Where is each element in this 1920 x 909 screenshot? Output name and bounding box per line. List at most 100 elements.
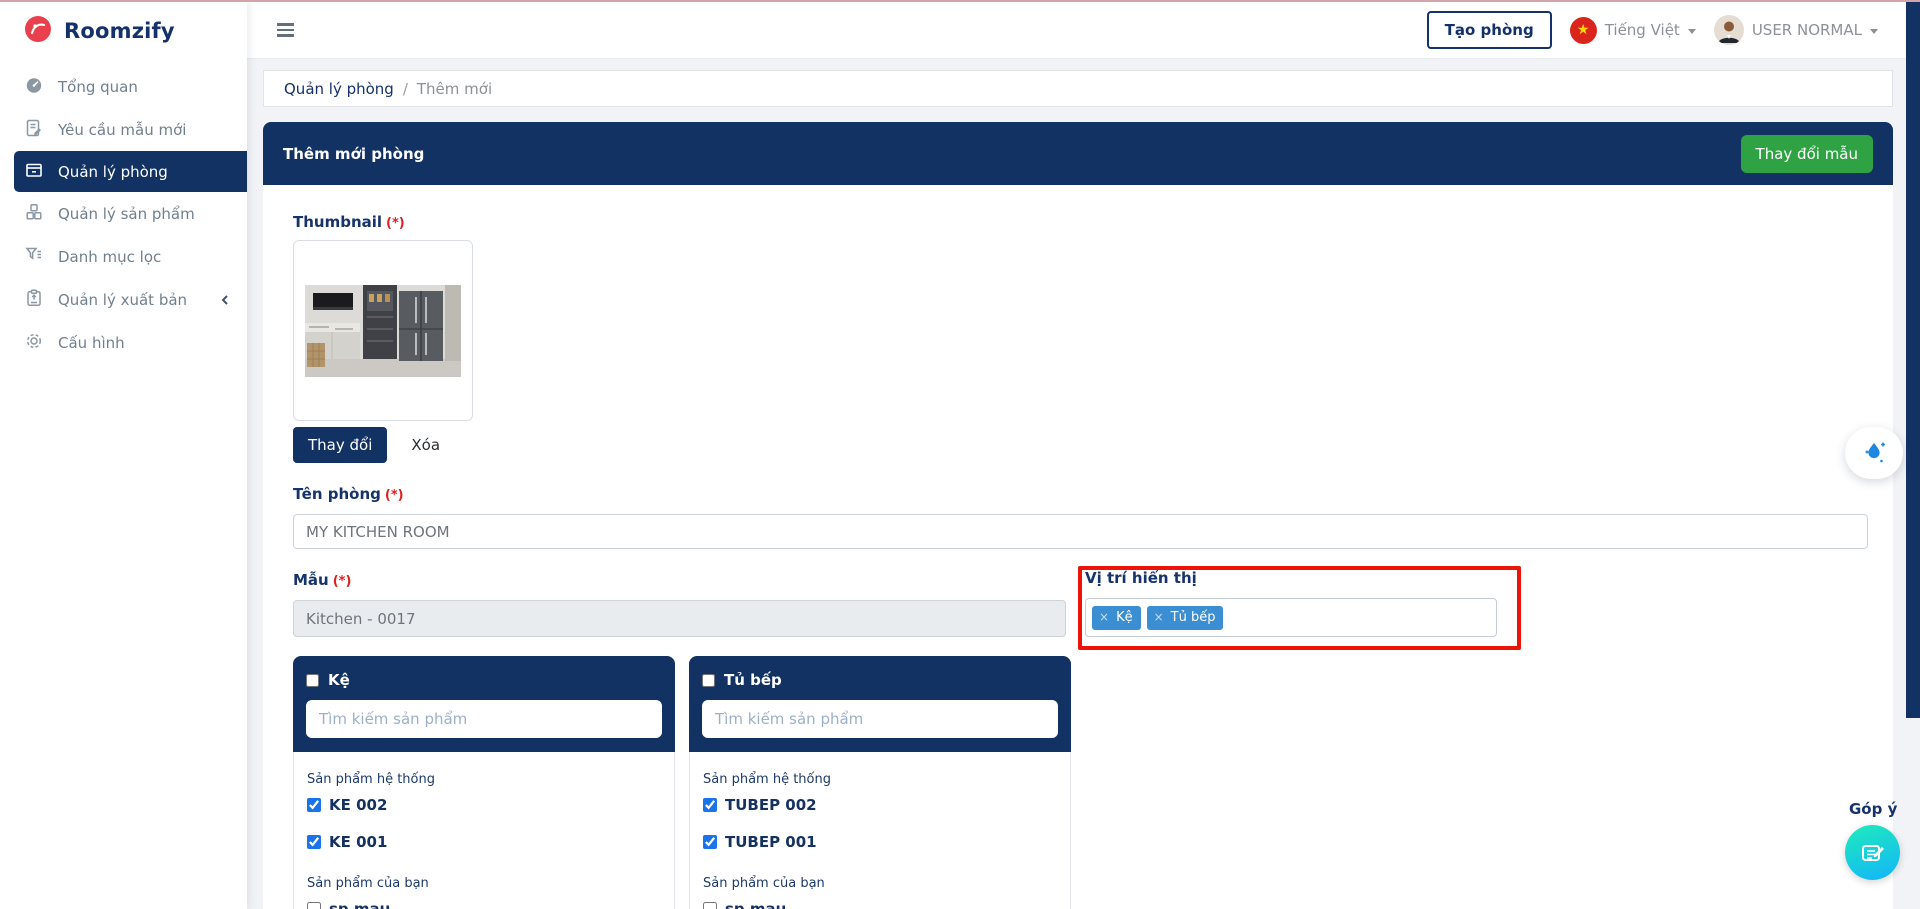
hamburger-menu-icon[interactable] <box>273 19 298 41</box>
thumbnail-actions: Thay đổi Xóa <box>293 427 440 463</box>
sidebar-item-label: Tổng quan <box>58 77 138 96</box>
sidebar-item-label: Quản lý phòng <box>58 162 168 181</box>
template-label: Mẫu (*) <box>293 571 352 589</box>
panel-ke-checkbox[interactable] <box>306 673 319 687</box>
product-label: KE 001 <box>329 833 388 851</box>
panel-ke-body: Sản phẩm hệ thống KE 002 KE 001 Sản phẩm… <box>293 752 675 909</box>
create-room-button[interactable]: Tạo phòng <box>1426 11 1552 49</box>
panel-title: Tủ bếp <box>724 671 782 689</box>
request-template-icon <box>24 118 44 142</box>
product-checkbox[interactable] <box>703 902 717 909</box>
user-avatar <box>1713 15 1744 45</box>
tag-label: Tủ bếp <box>1170 609 1216 625</box>
own-products-group-label: Sản phẩm của bạn <box>307 876 429 891</box>
thumbnail-preview-box <box>293 240 473 421</box>
user-dropdown[interactable]: USER NORMAL <box>1713 15 1878 45</box>
thumbnail-delete-button[interactable]: Xóa <box>411 436 440 454</box>
language-dropdown[interactable]: ★ Tiếng Việt <box>1569 16 1696 44</box>
positions-tag-input[interactable]: × Kệ × Tủ bếp <box>1085 598 1497 637</box>
product-row: KE 002 <box>307 790 661 827</box>
breadcrumb-current: Thêm mới <box>416 79 493 98</box>
caret-down-icon <box>1870 28 1878 34</box>
tag-remove-icon[interactable]: × <box>1099 611 1109 623</box>
window-top-edge <box>0 0 1920 2</box>
product-label: sp mau <box>725 900 787 909</box>
screen: Roomzify Tổng quan Yêu cầu mẫu mới Quản … <box>0 0 1920 909</box>
feedback-button[interactable] <box>1845 825 1900 880</box>
room-name-input[interactable] <box>293 514 1868 549</box>
sidebar-item-label: Danh mục lọc <box>58 247 162 266</box>
panel-tubep: Tủ bếp Sản phẩm hệ thống TUBEP 002 TUBEP… <box>689 656 1071 909</box>
sidebar-item-label: Cấu hình <box>58 333 125 352</box>
publish-clipboard-icon <box>24 288 44 312</box>
product-row: KE 001 <box>307 827 661 864</box>
panel-tubep-body: Sản phẩm hệ thống TUBEP 002 TUBEP 001 Sả… <box>689 752 1071 909</box>
tag-remove-icon[interactable]: × <box>1154 611 1164 623</box>
sidebar-item-yeu-cau-mau-moi[interactable]: Yêu cầu mẫu mới <box>0 108 247 151</box>
products-cubes-icon <box>24 202 44 226</box>
panel-ke-search-input[interactable] <box>306 700 662 738</box>
feedback-note-pencil-icon <box>1861 844 1884 861</box>
product-row: sp mau <box>307 894 661 909</box>
brand-name: Roomzify <box>64 19 175 43</box>
user-name-label: USER NORMAL <box>1751 21 1862 39</box>
chevron-left-icon <box>219 294 231 306</box>
sidebar-item-cau-hinh[interactable]: Cấu hình <box>0 321 247 364</box>
product-checkbox[interactable] <box>307 798 321 812</box>
product-label: sp mau <box>329 900 391 909</box>
brand-logo[interactable]: Roomzify <box>0 2 247 65</box>
sidebar-item-label: Quản lý xuất bản <box>58 290 188 309</box>
language-label: Tiếng Việt <box>1604 21 1680 39</box>
template-input <box>293 600 1066 637</box>
topbar: Tạo phòng ★ Tiếng Việt USER NORMAL <box>247 2 1906 59</box>
sidebar-nav: Tổng quan Yêu cầu mẫu mới Quản lý phòng … <box>0 65 247 364</box>
vietnam-flag-icon: ★ <box>1569 16 1597 44</box>
panel-tubep-checkbox[interactable] <box>702 673 715 687</box>
sidebar-item-tong-quan[interactable]: Tổng quan <box>0 65 247 108</box>
system-products-group-label: Sản phẩm hệ thống <box>307 772 435 787</box>
sidebar-item-quan-ly-phong[interactable]: Quản lý phòng <box>14 151 247 192</box>
tag-label: Kệ <box>1116 609 1133 625</box>
product-row: TUBEP 002 <box>703 790 1057 827</box>
sidebar-item-quan-ly-san-pham[interactable]: Quản lý sản phẩm <box>0 192 247 235</box>
breadcrumb-parent-link[interactable]: Quản lý phòng <box>284 80 394 98</box>
feedback-label: Góp ý <box>1849 800 1898 818</box>
gear-icon <box>24 331 44 355</box>
panel-tubep-header: Tủ bếp <box>689 656 1071 752</box>
water-drop-icon <box>1865 442 1885 463</box>
form-card-body: Thumbnail (*) Thay đổi Xóa Tên phòng (*)… <box>263 185 1893 909</box>
filter-list-icon <box>24 245 44 269</box>
roomzify-logo-icon <box>22 13 54 49</box>
room-box-icon <box>24 160 44 184</box>
product-label: TUBEP 002 <box>725 796 817 814</box>
thumbnail-change-button[interactable]: Thay đổi <box>293 427 388 463</box>
breadcrumb: Quản lý phòng / Thêm mới <box>263 70 1893 107</box>
thumbnail-label: Thumbnail (*) <box>293 213 405 231</box>
right-edge-panel <box>1906 2 1920 718</box>
breadcrumb-separator: / <box>402 79 408 98</box>
water-drop-widget-handle[interactable] <box>1845 427 1903 479</box>
panel-title: Kệ <box>328 671 350 689</box>
sidebar-item-danh-muc-loc[interactable]: Danh mục lọc <box>0 235 247 278</box>
product-checkbox[interactable] <box>703 835 717 849</box>
own-products-group-label: Sản phẩm của bạn <box>703 876 825 891</box>
page-title: Thêm mới phòng <box>283 144 425 163</box>
product-label: KE 002 <box>329 796 388 814</box>
product-label: TUBEP 001 <box>725 833 817 851</box>
dashboard-icon <box>24 75 44 99</box>
sidebar-item-label: Quản lý sản phẩm <box>58 204 195 223</box>
system-products-group-label: Sản phẩm hệ thống <box>703 772 831 787</box>
form-card-header: Thêm mới phòng Thay đổi mẫu <box>263 122 1893 185</box>
panel-ke: Kệ Sản phẩm hệ thống KE 002 KE 001 Sản p… <box>293 656 675 909</box>
panel-tubep-search-input[interactable] <box>702 700 1058 738</box>
change-template-button[interactable]: Thay đổi mẫu <box>1740 134 1873 173</box>
product-row: sp mau <box>703 894 1057 909</box>
position-tag: × Tủ bếp <box>1146 605 1224 630</box>
product-row: TUBEP 001 <box>703 827 1057 864</box>
room-name-label: Tên phòng (*) <box>293 485 404 503</box>
sidebar-item-quan-ly-xuat-ban[interactable]: Quản lý xuất bản <box>0 278 247 321</box>
product-checkbox[interactable] <box>703 798 717 812</box>
product-checkbox[interactable] <box>307 835 321 849</box>
product-checkbox[interactable] <box>307 902 321 909</box>
panel-ke-header: Kệ <box>293 656 675 752</box>
